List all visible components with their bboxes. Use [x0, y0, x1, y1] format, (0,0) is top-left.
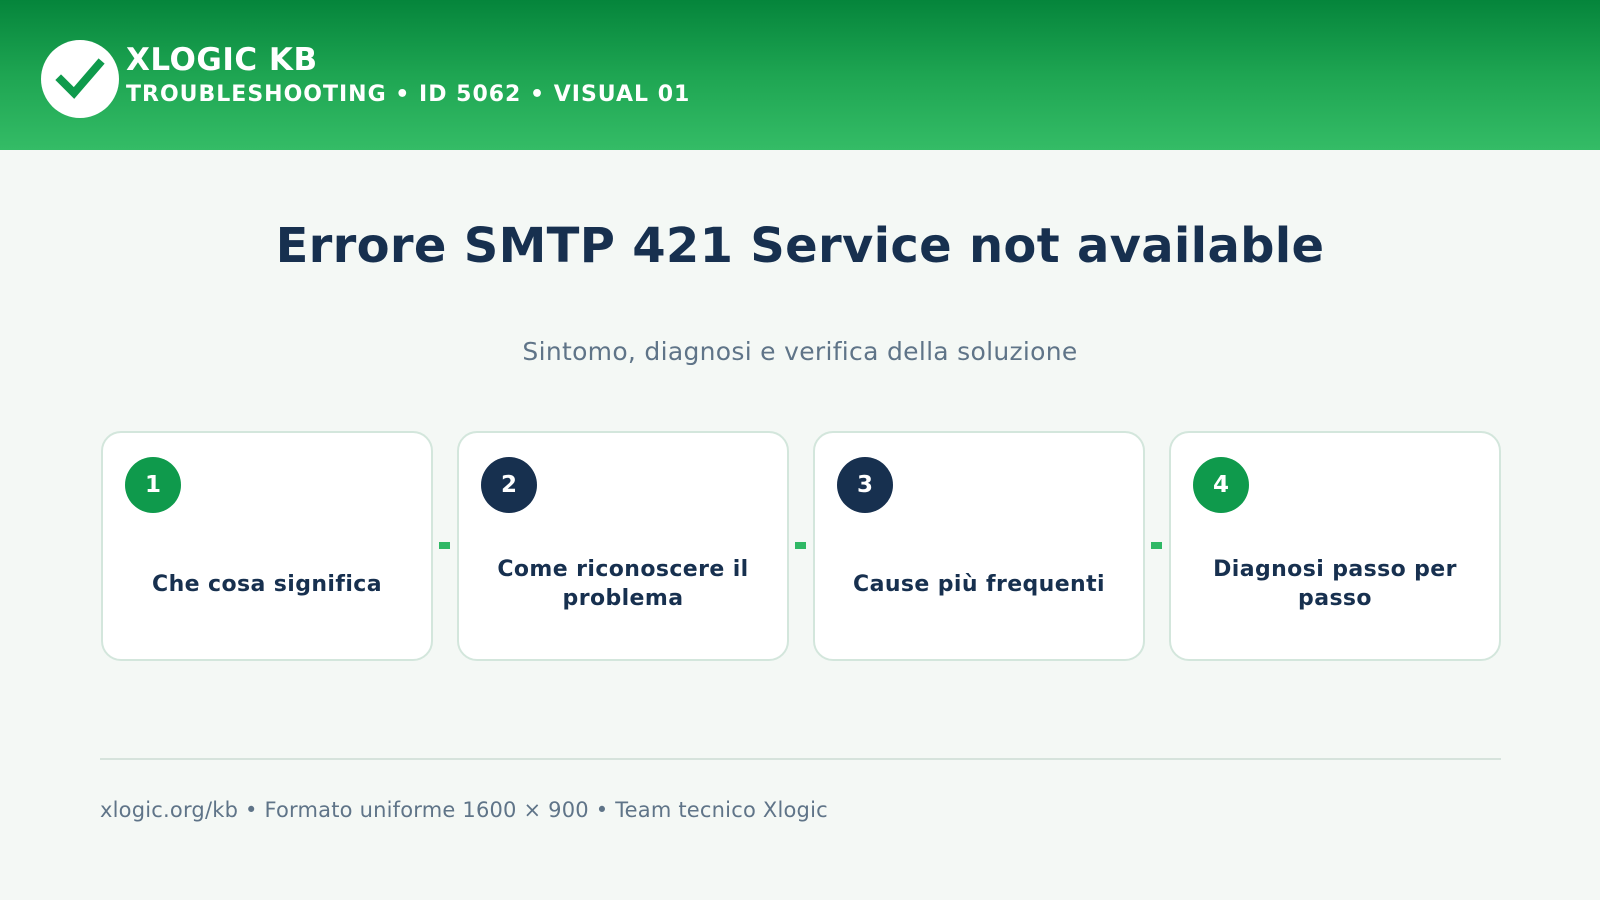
page-subtitle: Sintomo, diagnosi e verifica della soluz…: [522, 337, 1078, 366]
step-connector: [439, 542, 450, 549]
step-number-badge: 4: [1193, 457, 1249, 513]
footer-text: xlogic.org/kb • Formato uniforme 1600 × …: [100, 798, 828, 822]
step-number-badge: 1: [125, 457, 181, 513]
step-card-3: 3 Cause più frequenti: [813, 431, 1145, 661]
brand-name: XLOGIC KB: [126, 42, 318, 78]
step-label: Che cosa significa: [152, 571, 382, 597]
step-label: Diagnosi passo per passo: [1213, 557, 1457, 611]
footer-divider: [100, 758, 1501, 760]
step-label: Cause più frequenti: [853, 571, 1105, 597]
step-connector: [795, 542, 806, 549]
step-label: Come riconoscere il problema: [497, 557, 749, 611]
step-number-badge: 3: [837, 457, 893, 513]
checkmark-icon: [55, 58, 105, 99]
step-number-badge: 2: [481, 457, 537, 513]
step-card-4: 4 Diagnosi passo per passo: [1169, 431, 1501, 661]
header-tagline: TROUBLESHOOTING • ID 5062 • VISUAL 01: [126, 82, 691, 107]
step-connector: [1151, 542, 1162, 549]
page-title: Errore SMTP 421 Service not available: [275, 218, 1325, 274]
step-card-1: 1 Che cosa significa: [101, 431, 433, 661]
header-banner: XLOGIC KB TROUBLESHOOTING • ID 5062 • VI…: [0, 0, 1600, 150]
step-card-2: 2 Come riconoscere il problema: [457, 431, 789, 661]
logo: [41, 40, 119, 118]
